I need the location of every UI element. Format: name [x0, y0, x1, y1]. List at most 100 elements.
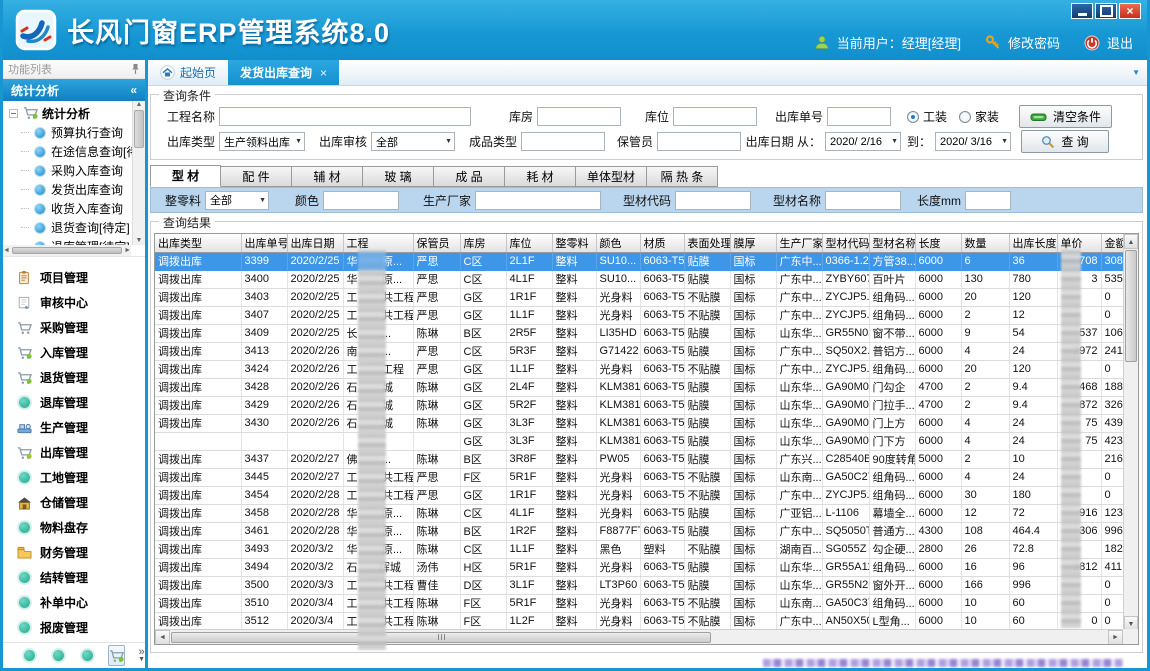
date-to-picker[interactable]: 2020/ 3/16▼ — [935, 132, 1011, 151]
table-row[interactable]: 调拨出库34132020/2/26南 ...严思C区5R3F整料G7142260… — [155, 342, 1127, 360]
table-row[interactable]: 调拨出库34242020/2/26工 工程严思G区1L1F整料光身料6063-T… — [155, 360, 1127, 378]
table-row[interactable]: 调拨出库34032020/2/25工 共工程严思G区1R1F整料光身料6063-… — [155, 288, 1127, 306]
grid-horizontal-scrollbar[interactable]: ◄► — [155, 629, 1123, 644]
tree-item[interactable]: 发货出库查询 — [3, 180, 131, 199]
tab-home[interactable]: 起始页 — [148, 60, 228, 85]
column-header[interactable]: 生产厂家 — [776, 234, 822, 252]
clear-conditions-button[interactable]: 清空条件 — [1019, 105, 1112, 128]
dot-icon[interactable] — [50, 648, 66, 664]
sidebar-item[interactable]: 退库管理 — [3, 390, 145, 415]
column-header[interactable]: 库位 — [506, 234, 552, 252]
section-header[interactable]: 统计分析 « — [3, 79, 145, 101]
sidebar-item[interactable]: 出库管理 — [3, 440, 145, 465]
table-row[interactable]: 调拨出库34932020/3/2华 原...陈琳C区1L1F整料黑色塑料不贴膜国… — [155, 540, 1127, 558]
column-header[interactable]: 表面处理 — [684, 234, 730, 252]
outbound-type-select[interactable]: 生产领料出库▼ — [219, 132, 305, 151]
collapse-chevron-icon[interactable]: « — [130, 83, 137, 97]
material-tab[interactable]: 耗 材 — [505, 166, 576, 187]
dot-icon[interactable] — [79, 648, 95, 664]
tree-horizontal-scrollbar[interactable]: ◄► — [3, 245, 131, 256]
sidebar-item[interactable]: 生产管理 — [3, 415, 145, 440]
sidebar-item[interactable]: 入库管理 — [3, 340, 145, 365]
table-row[interactable]: 调拨出库34452020/2/27工 共工程严思F区5R1F整料光身料6063-… — [155, 468, 1127, 486]
tree-item[interactable]: 退货查询[待定] — [3, 218, 131, 237]
dot-icon[interactable] — [21, 648, 37, 664]
column-header[interactable]: 出库长度 — [1009, 234, 1057, 252]
maximize-button[interactable] — [1095, 3, 1117, 19]
table-row[interactable]: 调拨出库35122020/3/4工 共工程陈琳F区1L2F整料光身料6063-T… — [155, 612, 1127, 630]
minimize-button[interactable] — [1071, 3, 1093, 19]
cart-shortcut-button[interactable] — [108, 645, 125, 666]
material-tab[interactable]: 辅 材 — [292, 166, 363, 187]
column-header[interactable]: 出库日期 — [287, 234, 343, 252]
table-row[interactable]: 调拨出库34302020/2/26石 城陈琳G区3L3F整料KLM3817606… — [155, 414, 1127, 432]
tab-list-chevron-icon[interactable]: ▼ — [1132, 68, 1140, 77]
sidebar-item[interactable]: 仓储管理 — [3, 490, 145, 515]
material-tab[interactable]: 隔 热 条 — [647, 166, 718, 187]
pin-icon[interactable] — [130, 63, 140, 75]
material-tab[interactable]: 单体型材 — [576, 166, 647, 187]
table-row[interactable]: 调拨出库34612020/2/28华 原...陈琳B区1R2F整料F8877FT… — [155, 522, 1127, 540]
column-header[interactable]: 材质 — [640, 234, 684, 252]
table-row[interactable]: 调拨出库35102020/3/4工 共工程陈琳F区5R1F整料光身料6063-T… — [155, 594, 1127, 612]
sidebar-item[interactable]: 退货管理 — [3, 365, 145, 390]
table-row[interactable]: 调拨出库34002020/2/25华 原...严思C区4L1F整料SU10...… — [155, 270, 1127, 288]
tab-close-icon[interactable]: × — [320, 66, 327, 80]
tree-vertical-scrollbar[interactable]: ▲▼ — [132, 101, 145, 245]
sidebar-item[interactable]: 报废管理 — [3, 615, 145, 640]
table-row[interactable]: 调拨出库33992020/2/25华 原...严思C区2L1F整料SU10...… — [155, 252, 1127, 270]
table-row[interactable]: G区3L3F整料KLM38176063-T5贴膜国标山东华...GA90M09.… — [155, 432, 1127, 450]
tree-item[interactable]: 收货入库查询 — [3, 199, 131, 218]
column-header[interactable]: 出库类型 — [155, 234, 241, 252]
column-header[interactable]: 出库单号 — [241, 234, 287, 252]
tab-shipment-outbound-query[interactable]: 发货出库查询 × — [228, 60, 339, 85]
table-row[interactable]: 调拨出库35002020/3/3工 共工程曹佳D区3L1F整料LT3P60606… — [155, 576, 1127, 594]
change-password-link[interactable]: 修改密码 — [1008, 33, 1060, 52]
table-row[interactable]: 调拨出库34292020/2/26石 城陈琳G区5R2F整料KLM3817606… — [155, 396, 1127, 414]
location-input[interactable] — [673, 107, 757, 126]
outbound-audit-select[interactable]: 全部▼ — [371, 132, 455, 151]
manufacturer-input[interactable] — [475, 191, 601, 210]
profile-code-input[interactable] — [675, 191, 751, 210]
table-row[interactable]: 调拨出库34542020/2/28工 共工程严思G区1R1F整料光身料6063-… — [155, 486, 1127, 504]
sidebar-item[interactable]: 财务管理 — [3, 540, 145, 565]
product-type-input[interactable] — [521, 132, 605, 151]
column-header[interactable]: 库房 — [460, 234, 506, 252]
tree-root-node[interactable]: 统计分析 — [3, 103, 131, 123]
material-tab[interactable]: 成 品 — [434, 166, 505, 187]
tree-item[interactable]: 在途信息查询[待 — [3, 142, 131, 161]
radio-engineering[interactable]: 工装 — [907, 108, 947, 125]
keeper-input[interactable] — [657, 132, 741, 151]
sidebar-item[interactable]: 采购管理 — [3, 315, 145, 340]
material-tab[interactable]: 型 材 — [150, 165, 221, 187]
material-tab[interactable]: 配 件 — [221, 166, 292, 187]
table-row[interactable]: 调拨出库34282020/2/26石 城陈琳G区2L4F整料KLM3817606… — [155, 378, 1127, 396]
close-button[interactable]: × — [1119, 3, 1141, 19]
radio-household[interactable]: 家装 — [959, 108, 999, 125]
sidebar-item[interactable]: 补单中心 — [3, 590, 145, 615]
logout-link[interactable]: 退出 — [1107, 33, 1133, 52]
sidebar-item[interactable]: 项目管理 — [3, 265, 145, 290]
sidebar-item[interactable]: 审核中心 — [3, 290, 145, 315]
search-button[interactable]: 查 询 — [1021, 130, 1109, 153]
sidebar-item[interactable]: 工地管理 — [3, 465, 145, 490]
whole-part-select[interactable]: 全部▼ — [205, 191, 269, 210]
column-header[interactable]: 型材代码 — [822, 234, 869, 252]
column-header[interactable]: 膜厚 — [730, 234, 776, 252]
sidebar-item[interactable]: 结转管理 — [3, 565, 145, 590]
column-header[interactable]: 保管员 — [413, 234, 460, 252]
column-header[interactable]: 数量 — [961, 234, 1009, 252]
table-row[interactable]: 调拨出库34582020/2/28华 原...陈琳C区4L1F整料光身料6063… — [155, 504, 1127, 522]
warehouse-input[interactable] — [537, 107, 621, 126]
table-row[interactable]: 调拨出库34092020/2/25长 ...陈琳B区2R5F整料LI35HD60… — [155, 324, 1127, 342]
column-header[interactable]: 型材名称 — [869, 234, 915, 252]
length-input[interactable] — [965, 191, 1011, 210]
column-header[interactable]: 长度 — [915, 234, 961, 252]
table-row[interactable]: 调拨出库34072020/2/25工 共工程严思G区1L1F整料光身料6063-… — [155, 306, 1127, 324]
sidebar-item[interactable]: 物料盘存 — [3, 515, 145, 540]
grid-vertical-scrollbar[interactable]: ▲▼ — [1123, 234, 1138, 631]
date-from-picker[interactable]: 2020/ 2/16▼ — [825, 132, 901, 151]
tree-expander-icon[interactable] — [9, 109, 18, 118]
column-header[interactable]: 整零料 — [552, 234, 596, 252]
table-row[interactable]: 调拨出库34942020/3/2石 辉城汤伟H区5R1F整料光身料6063-T5… — [155, 558, 1127, 576]
